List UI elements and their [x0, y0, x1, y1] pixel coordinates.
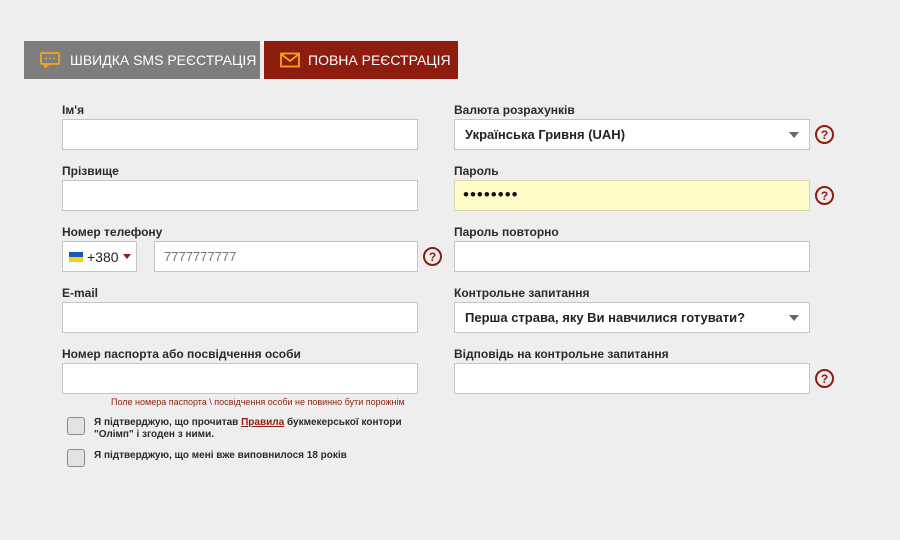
- passport-label: Номер паспорта або посвідчення особи: [62, 347, 301, 361]
- age-checkbox[interactable]: [67, 449, 85, 467]
- security-answer-field[interactable]: [454, 363, 810, 394]
- currency-value: Українська Гривня (UAH): [465, 127, 626, 142]
- currency-label: Валюта розрахунків: [454, 103, 575, 117]
- last-name-field[interactable]: [62, 180, 418, 211]
- rules-suffix: букмекерської контори: [286, 417, 402, 428]
- security-answer-help-icon[interactable]: ?: [815, 369, 834, 388]
- security-answer-label: Відповідь на контрольне запитання: [454, 347, 669, 361]
- phone-field[interactable]: [154, 241, 418, 272]
- rules-confirmation-row: Я підтверджую, що прочитав Правила букме…: [67, 417, 402, 441]
- chevron-down-icon: [789, 132, 799, 138]
- phone-country-code-select[interactable]: +380: [62, 241, 137, 272]
- rules-line2: "Олімп" і згоден з ними.: [94, 429, 214, 440]
- tab-full-registration[interactable]: Повна реєстрація: [264, 41, 458, 79]
- security-question-label: Контрольне запитання: [454, 286, 590, 300]
- chevron-down-icon: [122, 254, 131, 259]
- last-name-label: Прізвище: [62, 164, 119, 178]
- email-field[interactable]: [62, 302, 418, 333]
- password-field[interactable]: [454, 180, 810, 211]
- password-label: Пароль: [454, 164, 499, 178]
- phone-code-value: +380: [87, 248, 119, 265]
- first-name-label: Ім'я: [62, 103, 85, 117]
- security-question-select[interactable]: Перша страва, яку Ви навчилися готувати?: [454, 302, 810, 333]
- rules-prefix: Я підтверджую, що прочитав: [94, 417, 239, 428]
- rules-link[interactable]: Правила: [241, 417, 284, 428]
- tab-sms-label: Швидка SMS реєстрація: [70, 52, 257, 68]
- password-repeat-field[interactable]: [454, 241, 810, 272]
- email-label: E-mail: [62, 286, 99, 300]
- password-help-icon[interactable]: ?: [815, 186, 834, 205]
- first-name-field[interactable]: [62, 119, 418, 150]
- chevron-down-icon: [789, 315, 799, 321]
- rules-confirmation-text: Я підтверджую, що прочитав Правила букме…: [94, 417, 402, 441]
- passport-error-message: Поле номера паспорта \ посвідчення особи…: [111, 397, 405, 407]
- age-confirmation-row: Я підтверджую, що мені вже виповнилося 1…: [67, 449, 347, 467]
- rules-checkbox[interactable]: [67, 417, 85, 435]
- envelope-icon: [280, 52, 300, 68]
- security-question-value: Перша страва, яку Ви навчилися готувати?: [465, 310, 746, 325]
- tab-sms-registration[interactable]: Швидка SMS реєстрація: [24, 41, 260, 79]
- passport-field[interactable]: [62, 363, 418, 394]
- chat-bubble-icon: [40, 52, 60, 68]
- currency-help-icon[interactable]: ?: [815, 125, 834, 144]
- phone-help-icon[interactable]: ?: [423, 247, 442, 266]
- phone-label: Номер телефону: [62, 225, 163, 239]
- age-confirmation-text: Я підтверджую, що мені вже виповнилося 1…: [94, 450, 347, 461]
- ukraine-flag-icon: [69, 251, 83, 262]
- currency-select[interactable]: Українська Гривня (UAH): [454, 119, 810, 150]
- tab-full-label: Повна реєстрація: [308, 52, 451, 68]
- password-repeat-label: Пароль повторно: [454, 225, 559, 239]
